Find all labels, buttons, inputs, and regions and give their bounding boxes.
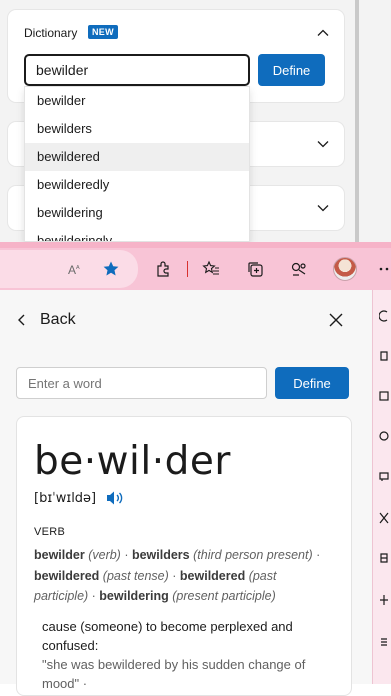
pronunciation-row: [bɪˈwɪldə] xyxy=(34,490,124,506)
suggestion-item[interactable]: bewilder xyxy=(25,87,249,115)
read-aloud-icon[interactable]: Aᴬ xyxy=(67,260,85,278)
widget-define-button[interactable]: Define xyxy=(258,54,325,86)
sidebar-app-icon[interactable] xyxy=(379,552,389,564)
collections-icon[interactable] xyxy=(246,260,264,278)
chevron-down-icon[interactable] xyxy=(316,201,330,215)
sidebar-app-icon[interactable] xyxy=(379,430,389,442)
dictionary-side-panel: Back Define be·wil·der [bɪˈwɪldə] VERB b… xyxy=(0,290,372,696)
form-note: (third person present) xyxy=(193,548,313,562)
dictionary-widget-area: Dictionary NEW Define bewilder bewilders… xyxy=(0,0,391,242)
headword: be·wil·der xyxy=(34,439,231,484)
suggestions-dropdown: bewilder bewilders bewildered bewildered… xyxy=(24,86,250,242)
suggestion-item[interactable]: bewilderingly xyxy=(25,227,249,241)
suggestion-item[interactable]: bewildered xyxy=(25,143,249,171)
chevron-up-icon[interactable] xyxy=(316,26,330,40)
favorites-icon[interactable] xyxy=(202,260,220,278)
form-word: bewildering xyxy=(99,589,169,603)
sidebar-rail xyxy=(372,290,391,684)
form-word: bewildered xyxy=(34,568,100,583)
favorite-star-icon[interactable] xyxy=(102,260,120,278)
extensions-icon[interactable] xyxy=(154,260,172,278)
suggestion-item[interactable]: bewilderedly xyxy=(25,171,249,199)
form-note: (past tense) xyxy=(102,568,169,583)
form-word: bewilder xyxy=(34,548,85,562)
define-button[interactable]: Define xyxy=(275,367,349,399)
svg-text:ᴬ: ᴬ xyxy=(75,264,80,273)
speaker-icon[interactable] xyxy=(106,490,124,506)
more-icon[interactable] xyxy=(378,260,391,278)
form-note: (verb) xyxy=(88,548,121,562)
suggestion-item[interactable]: bewildering xyxy=(25,199,249,227)
back-button[interactable]: Back xyxy=(16,308,76,332)
chevron-left-icon xyxy=(18,314,25,326)
word-search-input[interactable] xyxy=(16,367,267,399)
browser-toolbar: Aᴬ xyxy=(0,248,391,290)
back-label: Back xyxy=(40,311,76,328)
widget-title: Dictionary xyxy=(24,26,78,40)
word-forms: bewilder (verb) · bewilders (third perso… xyxy=(34,548,321,603)
sidebar-app-icon[interactable] xyxy=(379,470,389,482)
part-of-speech: VERB xyxy=(34,526,66,538)
new-badge: NEW xyxy=(88,25,118,39)
sidebar-app-icon[interactable] xyxy=(379,310,389,322)
suggestion-item[interactable]: bewilders xyxy=(25,115,249,143)
toolbar-separator xyxy=(187,261,188,277)
form-note: (present participle) xyxy=(172,589,276,603)
definition-card: be·wil·der [bɪˈwɪldə] VERB bewilder (ver… xyxy=(16,416,352,696)
pronunciation: [bɪˈwɪldə] xyxy=(34,490,97,506)
form-word: bewilders xyxy=(131,548,190,562)
definition-text: cause (someone) to become perplexed and … xyxy=(42,619,293,653)
sidebar-app-icon[interactable] xyxy=(379,512,389,524)
chevron-down-icon[interactable] xyxy=(316,137,330,151)
scrollbar[interactable] xyxy=(355,0,359,242)
form-word: bewildered xyxy=(179,568,246,583)
widget-search-input[interactable] xyxy=(24,54,250,86)
sidebar-app-icon[interactable] xyxy=(379,390,389,402)
example-sentence: "she was bewildered by his sudden change… xyxy=(42,657,306,691)
sidebar-app-icon[interactable] xyxy=(379,636,389,648)
browser-essentials-icon[interactable] xyxy=(290,260,308,278)
profile-avatar[interactable] xyxy=(333,257,357,281)
scrollbar-track xyxy=(362,0,391,242)
sidebar-app-icon[interactable] xyxy=(379,350,389,362)
definition-sense: cause (someone) to become perplexed and … xyxy=(42,617,338,693)
sidebar-app-icon[interactable] xyxy=(379,594,389,606)
svg-text:A: A xyxy=(68,263,76,277)
panel-header: Back xyxy=(0,290,372,350)
close-icon[interactable] xyxy=(328,312,344,328)
